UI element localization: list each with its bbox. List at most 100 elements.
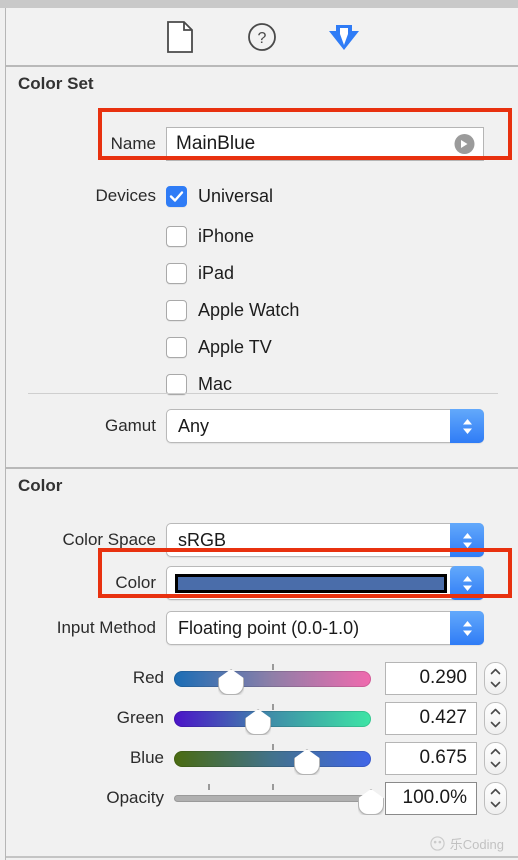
chevron-down-icon bbox=[490, 761, 501, 768]
inspector-toolbar: ? bbox=[6, 8, 518, 65]
opacity-label: Opacity bbox=[106, 788, 164, 807]
device-label-universal: Universal bbox=[198, 185, 274, 206]
blue-slider-track bbox=[174, 751, 371, 767]
green-channel-row: Green 0.427 bbox=[6, 700, 518, 736]
opacity-slider-thumb[interactable] bbox=[358, 789, 384, 815]
section-header-color-set: Color Set bbox=[6, 67, 518, 101]
watermark: 乐Coding bbox=[430, 834, 504, 853]
watermark-text: 乐Coding bbox=[449, 837, 504, 852]
attributes-inspector-icon[interactable] bbox=[327, 20, 361, 54]
chevron-down-icon bbox=[490, 681, 501, 688]
red-slider-track bbox=[174, 671, 371, 687]
quick-help-icon[interactable]: ? bbox=[245, 20, 279, 54]
blue-label: Blue bbox=[129, 748, 164, 767]
red-channel-row: Red 0.290 bbox=[6, 660, 518, 696]
green-slider[interactable] bbox=[174, 703, 371, 735]
chevron-up-icon bbox=[490, 668, 501, 675]
device-row-ipad: iPad bbox=[6, 257, 518, 289]
color-space-select[interactable]: sRGB bbox=[166, 523, 484, 557]
gamut-row: Gamut Any bbox=[6, 406, 518, 446]
chevron-down-icon bbox=[490, 801, 501, 808]
green-label: Green bbox=[116, 708, 164, 727]
section-header-color: Color bbox=[6, 469, 518, 503]
device-label-mac: Mac bbox=[198, 373, 233, 394]
device-row-apple-watch: Apple Watch bbox=[6, 294, 518, 326]
inspector-panel: ? Color Set Name MainBlue Devices Univer… bbox=[6, 8, 518, 860]
color-space-row: Color Space sRGB bbox=[6, 520, 518, 560]
circle-arrow-right-icon[interactable] bbox=[454, 134, 475, 155]
chevron-updown-icon[interactable] bbox=[450, 409, 484, 443]
slider-tick bbox=[272, 784, 274, 790]
blue-value: 0.675 bbox=[419, 747, 467, 768]
input-method-select[interactable]: Floating point (0.0-1.0) bbox=[166, 611, 484, 645]
device-row-apple-tv: Apple TV bbox=[6, 331, 518, 363]
opacity-value-input[interactable]: 100.0% bbox=[385, 781, 477, 815]
blue-slider[interactable] bbox=[174, 743, 371, 775]
color-space-value: sRGB bbox=[178, 529, 227, 550]
green-value-input[interactable]: 0.427 bbox=[385, 701, 477, 735]
red-label: Red bbox=[132, 668, 164, 687]
window-top-strip bbox=[0, 0, 518, 8]
opacity-row: Opacity 100.0% bbox=[6, 780, 518, 816]
gamut-value: Any bbox=[178, 415, 210, 436]
chevron-updown-icon[interactable] bbox=[450, 566, 484, 600]
slider-tick bbox=[208, 784, 210, 790]
xcode-inspector-window: ? Color Set Name MainBlue Devices Univer… bbox=[0, 0, 518, 860]
device-label-iphone: iPhone bbox=[198, 225, 255, 246]
name-row: Name MainBlue bbox=[6, 120, 518, 168]
checkbox-apple-watch[interactable] bbox=[166, 299, 187, 321]
color-label: Color bbox=[115, 573, 156, 592]
checkbox-ipad[interactable] bbox=[166, 262, 187, 284]
device-label-ipad: iPad bbox=[198, 262, 235, 283]
name-label: Name bbox=[110, 134, 156, 153]
green-slider-track bbox=[174, 711, 371, 727]
name-input[interactable]: MainBlue bbox=[166, 127, 484, 161]
slider-tick bbox=[272, 704, 274, 710]
name-input-value: MainBlue bbox=[176, 133, 256, 154]
device-label-apple-tv: Apple TV bbox=[198, 336, 272, 357]
opacity-slider-track bbox=[174, 795, 371, 802]
red-value: 0.290 bbox=[419, 667, 467, 688]
chevron-updown-icon[interactable] bbox=[450, 611, 484, 645]
red-stepper[interactable] bbox=[484, 661, 507, 695]
input-method-label: Input Method bbox=[56, 618, 156, 637]
device-row-mac: Mac bbox=[6, 368, 518, 400]
chevron-up-icon bbox=[490, 788, 501, 795]
watermark-logo-icon bbox=[430, 836, 445, 851]
devices-label: Devices bbox=[95, 186, 156, 205]
chevron-down-icon bbox=[490, 721, 501, 728]
opacity-stepper[interactable] bbox=[484, 781, 507, 815]
slider-tick bbox=[272, 664, 274, 670]
blue-stepper[interactable] bbox=[484, 741, 507, 775]
checkbox-universal[interactable] bbox=[166, 185, 187, 207]
red-value-input[interactable]: 0.290 bbox=[385, 661, 477, 695]
color-row: Color bbox=[6, 563, 518, 603]
opacity-slider[interactable] bbox=[174, 783, 384, 815]
green-stepper[interactable] bbox=[484, 701, 507, 735]
blue-value-input[interactable]: 0.675 bbox=[385, 741, 477, 775]
file-inspector-icon[interactable] bbox=[163, 20, 197, 54]
gamut-divider bbox=[28, 393, 498, 394]
green-value: 0.427 bbox=[419, 707, 467, 728]
color-well[interactable] bbox=[166, 566, 484, 600]
device-label-apple-watch: Apple Watch bbox=[198, 299, 300, 320]
input-method-row: Input Method Floating point (0.0-1.0) bbox=[6, 608, 518, 648]
checkbox-mac[interactable] bbox=[166, 373, 187, 395]
device-row-universal: Devices Universal bbox=[6, 180, 518, 212]
color-swatch[interactable] bbox=[175, 573, 447, 593]
input-method-value: Floating point (0.0-1.0) bbox=[178, 617, 360, 638]
blue-channel-row: Blue 0.675 bbox=[6, 740, 518, 776]
chevron-updown-icon[interactable] bbox=[450, 523, 484, 557]
gamut-label: Gamut bbox=[104, 416, 156, 435]
red-slider[interactable] bbox=[174, 663, 371, 695]
color-space-label: Color Space bbox=[62, 530, 156, 549]
gamut-select[interactable]: Any bbox=[166, 409, 484, 443]
svg-text:?: ? bbox=[258, 30, 267, 47]
opacity-value: 100.0% bbox=[402, 787, 467, 808]
checkbox-iphone[interactable] bbox=[166, 225, 187, 247]
panel-bottom-divider bbox=[6, 856, 518, 858]
checkbox-apple-tv[interactable] bbox=[166, 336, 187, 358]
chevron-up-icon bbox=[490, 708, 501, 715]
chevron-up-icon bbox=[490, 748, 501, 755]
device-row-iphone: iPhone bbox=[6, 220, 518, 252]
